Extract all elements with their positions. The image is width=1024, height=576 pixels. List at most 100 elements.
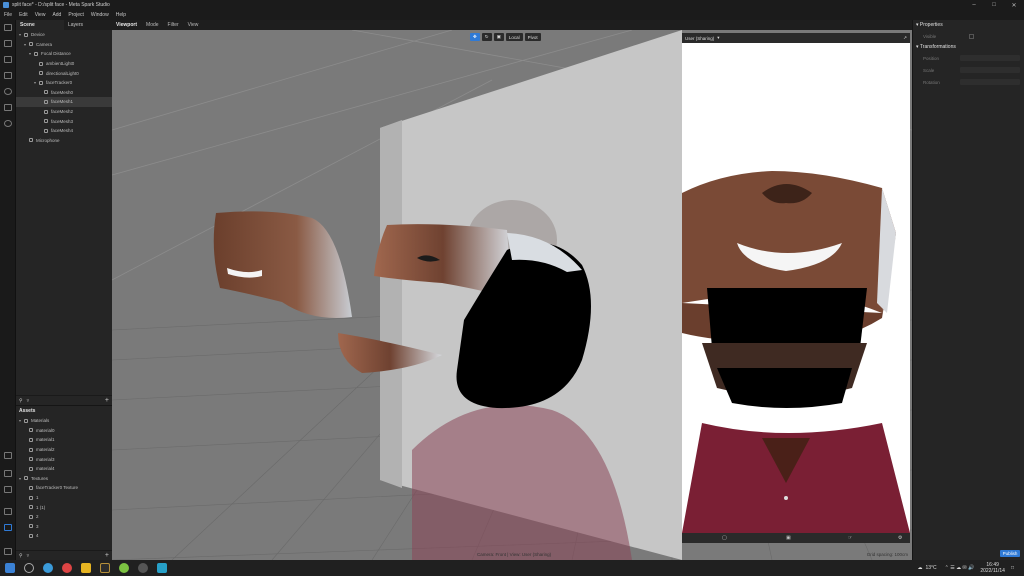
tree-item[interactable]: faceMesh4 [16, 126, 112, 136]
touch-icon[interactable]: ☞ [848, 535, 852, 541]
rotation-field[interactable] [960, 79, 1020, 85]
settings-icon[interactable]: ⚙ [898, 535, 902, 541]
tree-item[interactable]: ▾ Materials [16, 416, 112, 426]
tree-item[interactable]: ▾ Textures [16, 474, 112, 484]
grid-icon[interactable] [4, 508, 12, 515]
tab-viewport[interactable]: Viewport [116, 22, 137, 28]
help-icon[interactable] [4, 548, 12, 555]
menu-window[interactable]: Window [91, 12, 109, 18]
tree-item[interactable]: 2 [16, 512, 112, 522]
viewport-header: Viewport Mode Filter View [112, 20, 912, 30]
tree-item[interactable]: material0 [16, 426, 112, 436]
object-icon [29, 485, 33, 490]
object-icon [44, 128, 48, 133]
visible-checkbox[interactable] [969, 33, 974, 39]
tree-item[interactable]: ▾ Focal Distance [16, 49, 112, 59]
menu-add[interactable]: Add [52, 12, 61, 18]
publish-button[interactable]: Publish [1000, 550, 1020, 557]
tree-item-label: faceMesh3 [51, 118, 74, 124]
filter-icon[interactable]: ▿ [27, 553, 30, 559]
tree-item[interactable]: ▾ Device [16, 30, 112, 40]
tree-item[interactable]: ▾ Camera [16, 40, 112, 50]
record-video-icon[interactable]: ▢ [722, 535, 727, 541]
tree-item[interactable]: 3 [16, 522, 112, 532]
viewport[interactable]: ✥ ↻ ▣ Local Pivot Camera: Front | View: … [112, 30, 912, 560]
tree-item[interactable]: faceMesh1 [16, 97, 112, 107]
settings-icon[interactable] [4, 524, 12, 531]
search-icon[interactable]: ⚲ [19, 553, 23, 559]
tree-item[interactable]: material3 [16, 454, 112, 464]
tree-item[interactable]: Microphone [16, 136, 112, 146]
search-icon[interactable] [4, 120, 12, 127]
tree-item[interactable]: 1 [16, 493, 112, 503]
tab-view[interactable]: View [188, 22, 199, 28]
chevron-down-icon[interactable]: ▾ [916, 44, 919, 50]
local-toggle[interactable]: Local [505, 33, 523, 41]
tree-item[interactable]: faceMesh3 [16, 116, 112, 126]
add-asset-icon[interactable]: + [105, 552, 109, 559]
simulator-screen[interactable] [682, 43, 910, 533]
menu-project[interactable]: Project [68, 12, 84, 18]
restart-icon[interactable]: ▣ [786, 535, 791, 541]
meta-spark-icon[interactable] [157, 563, 167, 573]
tab-scene[interactable]: Scene [16, 20, 64, 30]
record-icon[interactable] [4, 88, 12, 95]
close-icon[interactable]: ✕ [1004, 0, 1024, 10]
export-icon[interactable] [4, 486, 12, 493]
tree-item[interactable]: faceMesh0 [16, 88, 112, 98]
tray-icons[interactable]: ⌃ ☰ ☁ ✉ 🔊 [945, 565, 975, 571]
scale-field[interactable] [960, 67, 1020, 73]
chrome-icon[interactable] [62, 563, 72, 573]
weather-temp[interactable]: 13°C [925, 565, 936, 571]
tree-item[interactable]: material1 [16, 435, 112, 445]
media-icon[interactable] [4, 72, 12, 79]
pivot-toggle[interactable]: Pivot [524, 33, 541, 41]
tree-item[interactable]: material2 [16, 445, 112, 455]
refresh-icon[interactable] [4, 104, 12, 111]
object-icon [29, 447, 33, 452]
tab-mode[interactable]: Mode [146, 22, 159, 28]
chevron-down-icon[interactable]: ▾ [717, 35, 719, 41]
add-object-icon[interactable]: + [105, 397, 109, 404]
move-tool-icon[interactable]: ✥ [470, 33, 480, 41]
windows-start-icon[interactable] [5, 563, 15, 573]
notification-icon[interactable]: □ [1011, 565, 1014, 571]
tree-item[interactable]: faceMesh2 [16, 107, 112, 117]
clock[interactable]: 16:49 2022/11/14 [980, 562, 1005, 574]
scene-panel-icon[interactable] [4, 24, 12, 31]
simulator-device[interactable]: User (Sharing) [685, 36, 714, 41]
file-explorer-icon[interactable] [81, 563, 91, 573]
rotate-tool-icon[interactable]: ↻ [481, 33, 492, 41]
tree-item[interactable]: 1 (1) [16, 502, 112, 512]
menu-view[interactable]: View [35, 12, 46, 18]
menu-file[interactable]: File [4, 12, 12, 18]
play-icon[interactable] [4, 56, 12, 63]
add-layer-icon[interactable] [4, 452, 12, 459]
search-icon[interactable]: ⚲ [19, 398, 23, 404]
scale-tool-icon[interactable]: ▣ [493, 33, 504, 41]
search-icon[interactable] [24, 563, 34, 573]
minimize-icon[interactable]: – [964, 0, 984, 10]
maximize-icon[interactable]: □ [984, 0, 1004, 10]
filter-icon[interactable]: ▿ [27, 398, 30, 404]
app-green-icon[interactable] [119, 563, 129, 573]
chevron-down-icon[interactable]: ▾ [916, 22, 919, 28]
menu-help[interactable]: Help [116, 12, 126, 18]
tree-item[interactable]: 4 [16, 531, 112, 541]
video-icon[interactable] [4, 40, 12, 47]
tree-item[interactable]: material4 [16, 464, 112, 474]
menu-edit[interactable]: Edit [19, 12, 28, 18]
edge-icon[interactable] [43, 563, 53, 573]
tree-item[interactable]: directionalLight0 [16, 68, 112, 78]
tab-filter[interactable]: Filter [168, 22, 179, 28]
tree-item[interactable]: faceTracker0 Texture [16, 483, 112, 493]
tree-item[interactable]: ▾ faceTracker0 [16, 78, 112, 88]
weather-icon[interactable]: ☁ [917, 565, 922, 571]
tree-item[interactable]: ambientLight0 [16, 59, 112, 69]
app-gray-icon[interactable] [138, 563, 148, 573]
tab-layers[interactable]: Layers [64, 20, 112, 30]
camera-icon[interactable] [4, 470, 12, 477]
app-ds-icon[interactable] [100, 563, 110, 573]
expand-icon[interactable]: ↗ [903, 35, 907, 41]
position-field[interactable] [960, 55, 1020, 61]
